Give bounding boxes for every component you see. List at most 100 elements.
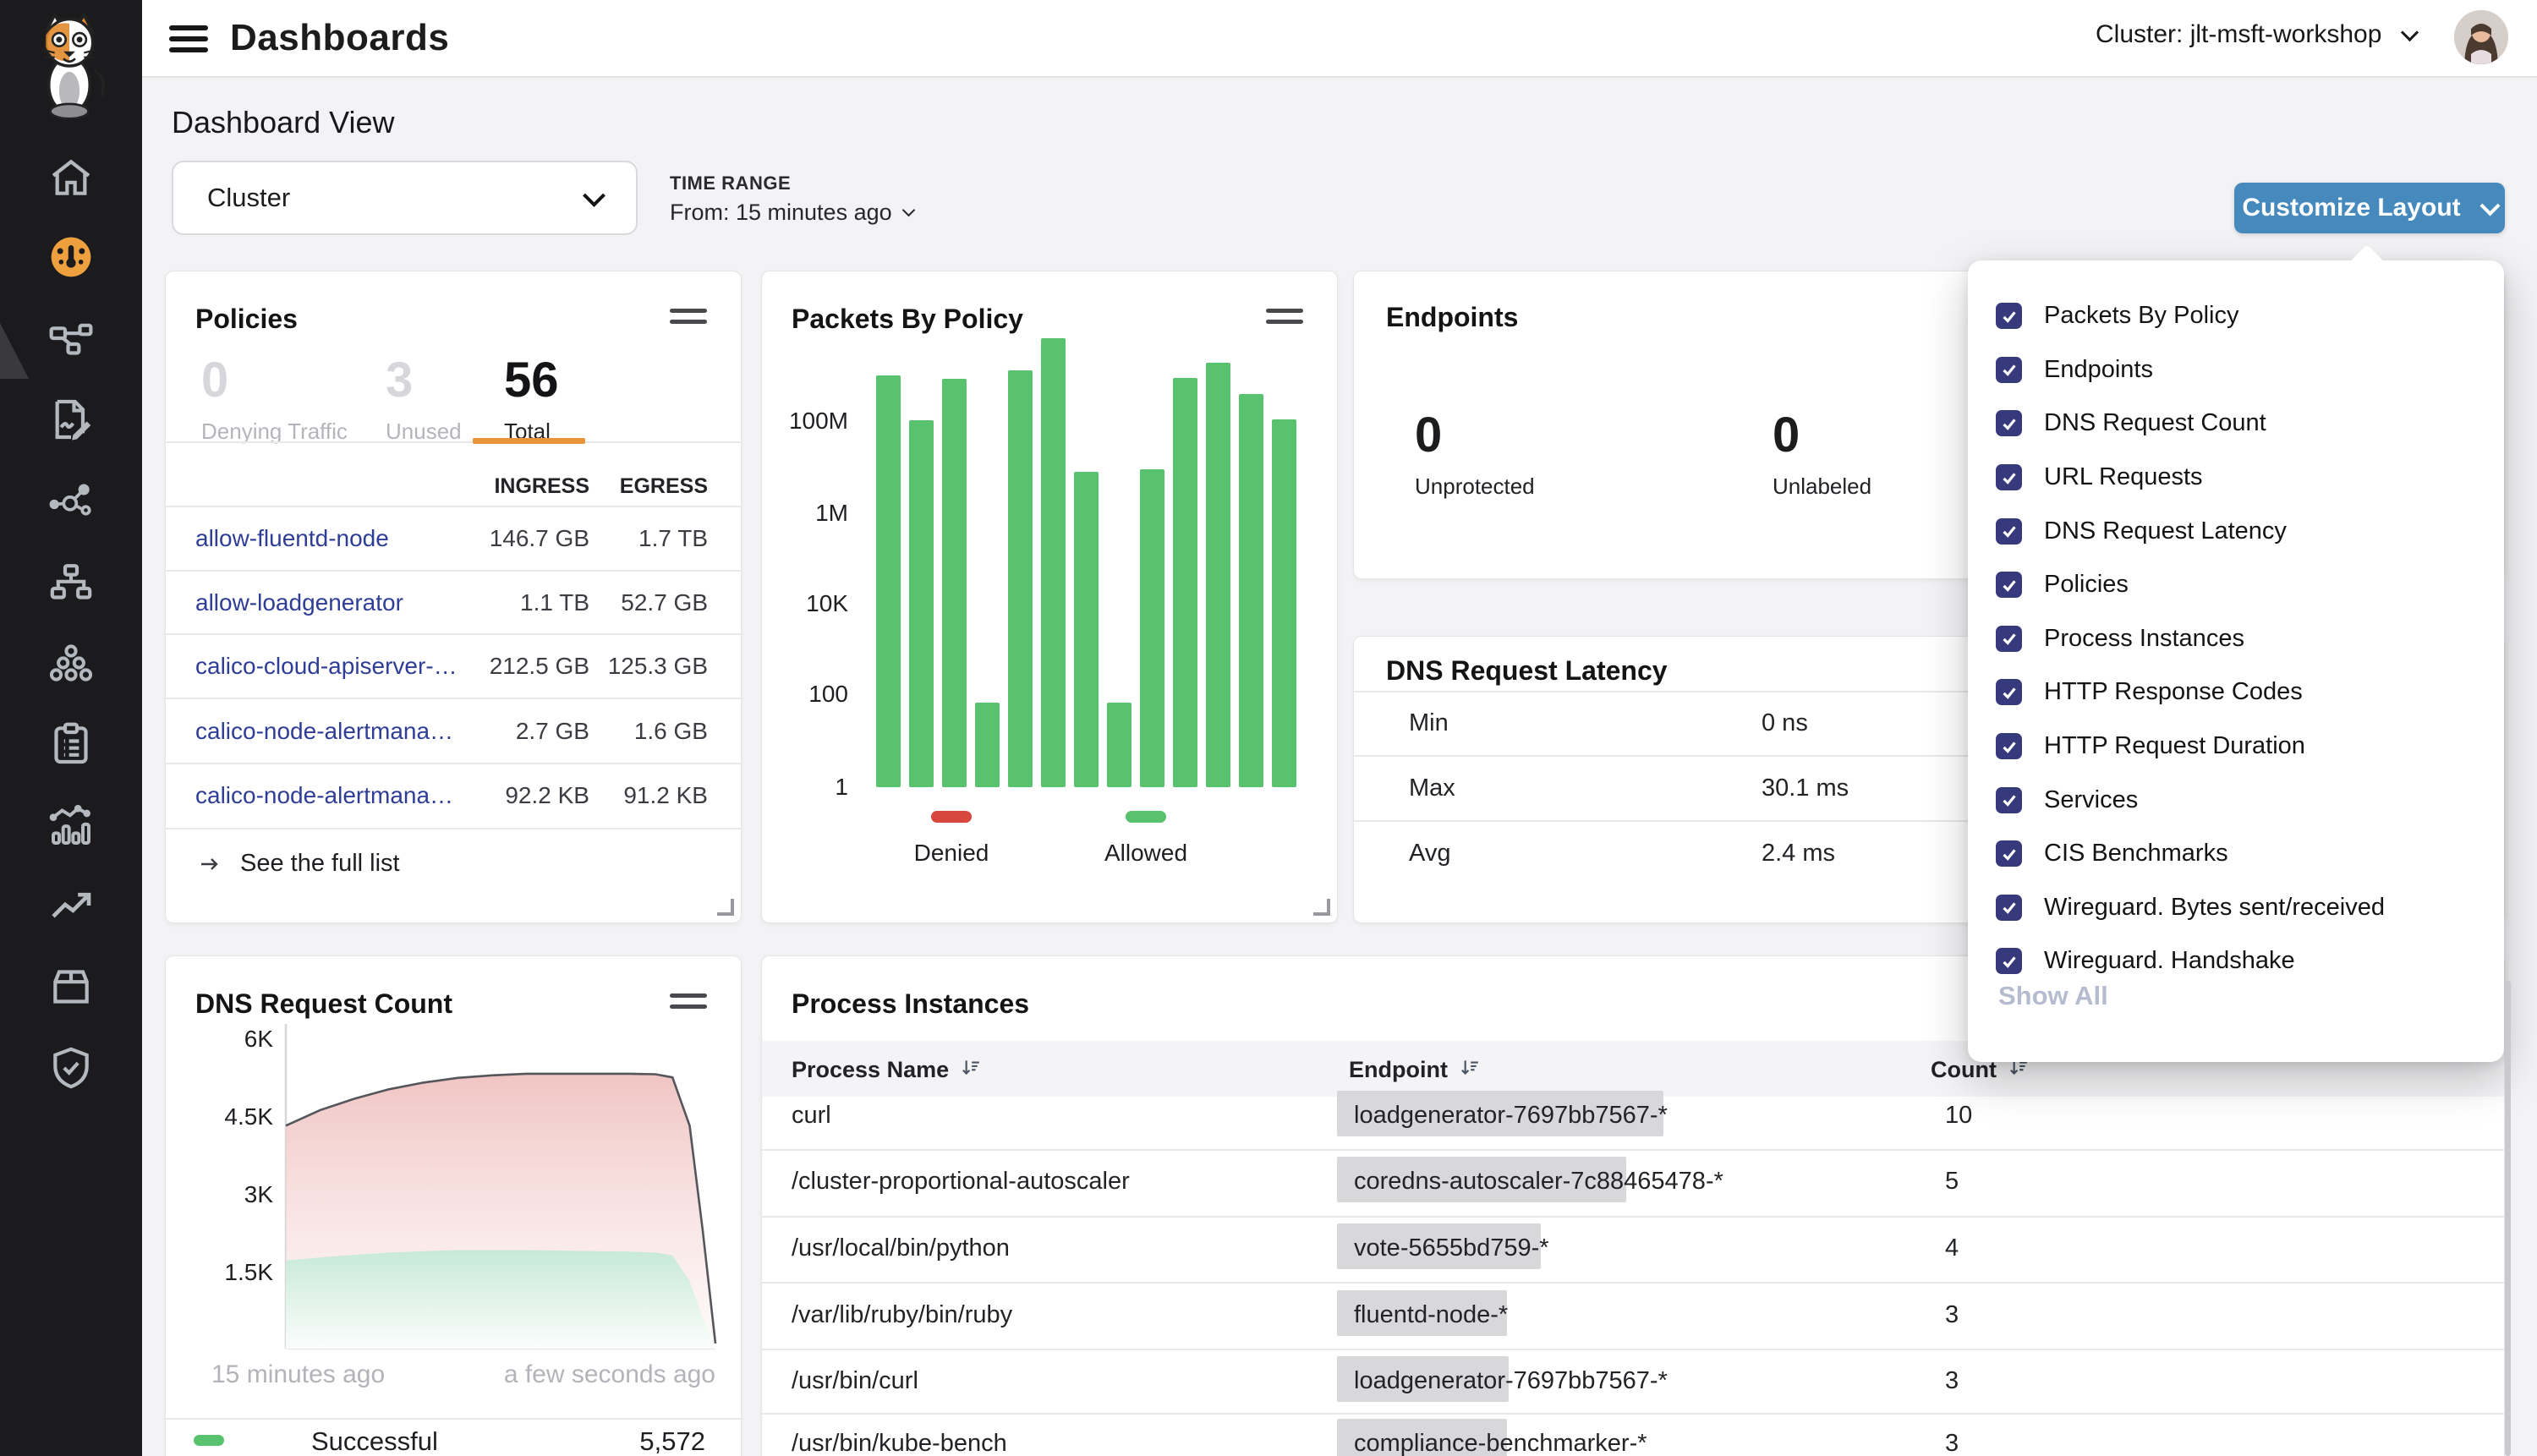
layout-option-packets-by-policy[interactable]: Packets By Policy bbox=[1996, 289, 2484, 343]
dashboard-view-select[interactable]: Cluster bbox=[172, 161, 638, 235]
layout-option-label: HTTP Request Duration bbox=[2044, 732, 2305, 760]
resize-handle[interactable] bbox=[1313, 899, 1330, 916]
sort-icon[interactable] bbox=[1458, 1056, 1480, 1084]
sidebar-item-dashboards[interactable] bbox=[47, 233, 95, 281]
column-header-ingress[interactable]: INGRESS bbox=[471, 474, 589, 499]
sidebar-item-policies[interactable] bbox=[47, 396, 95, 443]
ingress-value: 92.2 KB bbox=[471, 782, 589, 809]
policy-link[interactable]: calico-node-alertmana… bbox=[195, 782, 453, 809]
sidebar-item-statistics[interactable] bbox=[47, 802, 95, 849]
allowed-bar bbox=[1107, 703, 1132, 787]
checkbox-checked-icon[interactable] bbox=[1996, 787, 2022, 813]
policy-link[interactable]: calico-node-alertmana… bbox=[195, 718, 453, 745]
endpoint-label: compliance-benchmarker-* bbox=[1354, 1430, 1647, 1456]
checkbox-checked-icon[interactable] bbox=[1996, 303, 2022, 329]
sidebar-item-home[interactable] bbox=[47, 154, 95, 201]
layout-option-url-requests[interactable]: URL Requests bbox=[1996, 451, 2484, 505]
successful-legend-label[interactable]: Successful bbox=[311, 1426, 438, 1456]
sidebar-item-compliance[interactable] bbox=[47, 720, 95, 768]
successful-legend-value: 5,572 bbox=[639, 1426, 705, 1456]
column-header-process-name[interactable]: Process Name bbox=[792, 1056, 981, 1084]
layout-option-process-instances[interactable]: Process Instances bbox=[1996, 612, 2484, 666]
sidebar-item-workloads[interactable] bbox=[47, 639, 95, 687]
policy-link[interactable]: allow-fluentd-node bbox=[195, 525, 389, 552]
user-avatar[interactable] bbox=[2454, 10, 2508, 64]
show-all-link[interactable]: Show All bbox=[1998, 981, 2108, 1011]
page-scrollbar[interactable] bbox=[2505, 981, 2511, 1456]
count-cell: 3 bbox=[1945, 1301, 1959, 1329]
checkbox-checked-icon[interactable] bbox=[1996, 518, 2022, 545]
process-name-cell: /usr/bin/curl bbox=[792, 1367, 918, 1395]
sidebar-item-network-flow[interactable] bbox=[47, 315, 95, 362]
endpoint-label: fluentd-node-* bbox=[1354, 1301, 1508, 1328]
policies-stat-unused[interactable]: 3 Unused bbox=[386, 356, 462, 445]
layout-option-policies[interactable]: Policies bbox=[1996, 558, 2484, 612]
allowed-bar bbox=[1206, 363, 1230, 787]
checkbox-checked-icon[interactable] bbox=[1996, 410, 2022, 436]
packets-by-policy-card: Packets By Policy 100M 1M 10K 100 1 Deni… bbox=[761, 271, 1338, 923]
time-range-label: TIME RANGE bbox=[670, 172, 791, 194]
sidebar-item-packages[interactable] bbox=[47, 963, 95, 1010]
dns-latency-card-title: DNS Request Latency bbox=[1386, 655, 1668, 687]
layout-option-services[interactable]: Services bbox=[1996, 773, 2484, 827]
endpoints-card-title: Endpoints bbox=[1386, 302, 1518, 333]
policy-link[interactable]: allow-loadgenerator bbox=[195, 589, 403, 616]
divider bbox=[166, 441, 741, 443]
count-cell: 4 bbox=[1945, 1234, 1959, 1262]
sidebar-item-network-tree[interactable] bbox=[47, 559, 95, 606]
checkbox-checked-icon[interactable] bbox=[1996, 733, 2022, 759]
chevron-down-icon bbox=[2401, 23, 2419, 41]
policies-stat-denying[interactable]: 0 Denying Traffic bbox=[201, 356, 348, 445]
column-header-endpoint[interactable]: Endpoint bbox=[1349, 1056, 1480, 1084]
policy-link[interactable]: calico-cloud-apiserver-… bbox=[195, 653, 458, 680]
drag-handle-icon[interactable] bbox=[670, 309, 707, 326]
allowed-legend-label[interactable]: Allowed bbox=[1078, 840, 1214, 867]
column-header-egress[interactable]: EGRESS bbox=[606, 474, 708, 499]
ingress-value: 146.7 GB bbox=[471, 525, 589, 552]
denied-legend-label[interactable]: Denied bbox=[884, 840, 1019, 867]
layout-option-endpoints[interactable]: Endpoints bbox=[1996, 343, 2484, 397]
checkbox-checked-icon[interactable] bbox=[1996, 948, 2022, 974]
checkbox-checked-icon[interactable] bbox=[1996, 895, 2022, 921]
sidebar-item-service-graph[interactable] bbox=[47, 478, 95, 525]
endpoint-cell: compliance-benchmarker-* bbox=[1354, 1430, 1647, 1456]
checkbox-checked-icon[interactable] bbox=[1996, 572, 2022, 598]
cluster-selector-label: Cluster: jlt-msft-workshop bbox=[2096, 20, 2381, 49]
see-full-list-link[interactable]: See the full list bbox=[198, 850, 400, 878]
bar-stats-icon bbox=[47, 802, 95, 849]
layout-option-dns-request-latency[interactable]: DNS Request Latency bbox=[1996, 504, 2484, 558]
customize-layout-label: Customize Layout bbox=[2242, 194, 2460, 222]
sidebar-item-threat-trends[interactable] bbox=[47, 882, 95, 929]
ingress-value: 2.7 GB bbox=[471, 718, 589, 745]
divider bbox=[166, 633, 741, 635]
resize-handle[interactable] bbox=[717, 899, 734, 916]
sidebar-nav bbox=[0, 0, 142, 1456]
customize-layout-button[interactable]: Customize Layout bbox=[2234, 183, 2505, 233]
layout-option-http-request-duration[interactable]: HTTP Request Duration bbox=[1996, 720, 2484, 774]
egress-value: 1.7 TB bbox=[606, 525, 708, 552]
layout-option-cis-benchmarks[interactable]: CIS Benchmarks bbox=[1996, 827, 2484, 881]
endpoints-stat-unprotected[interactable]: 0 Unprotected bbox=[1415, 411, 1535, 500]
endpoints-stat-unlabeled[interactable]: 0 Unlabeled bbox=[1773, 411, 1871, 500]
sort-icon[interactable] bbox=[959, 1056, 981, 1084]
divider bbox=[166, 698, 741, 699]
checkbox-checked-icon[interactable] bbox=[1996, 464, 2022, 490]
layout-option-dns-request-count[interactable]: DNS Request Count bbox=[1996, 397, 2484, 451]
checkbox-checked-icon[interactable] bbox=[1996, 626, 2022, 652]
layout-option-http-response-codes[interactable]: HTTP Response Codes bbox=[1996, 665, 2484, 720]
policies-stat-total[interactable]: 56 Total bbox=[504, 356, 559, 445]
sidebar-item-security[interactable] bbox=[47, 1044, 95, 1092]
checkbox-checked-icon[interactable] bbox=[1996, 357, 2022, 383]
column-label: Process Name bbox=[792, 1057, 949, 1083]
layout-option-wireguard-bytes[interactable]: Wireguard. Bytes sent/received bbox=[1996, 881, 2484, 935]
time-range-value[interactable]: From: 15 minutes ago bbox=[670, 200, 913, 226]
column-label: Endpoint bbox=[1349, 1057, 1448, 1083]
menu-icon[interactable] bbox=[169, 25, 208, 52]
process-name-cell: /var/lib/ruby/bin/ruby bbox=[792, 1301, 1012, 1329]
divider bbox=[166, 763, 741, 764]
divider bbox=[166, 506, 741, 507]
egress-value: 52.7 GB bbox=[606, 589, 708, 616]
checkbox-checked-icon[interactable] bbox=[1996, 840, 2022, 867]
checkbox-checked-icon[interactable] bbox=[1996, 679, 2022, 705]
cluster-selector[interactable]: Cluster: jlt-msft-workshop bbox=[2096, 20, 2416, 49]
